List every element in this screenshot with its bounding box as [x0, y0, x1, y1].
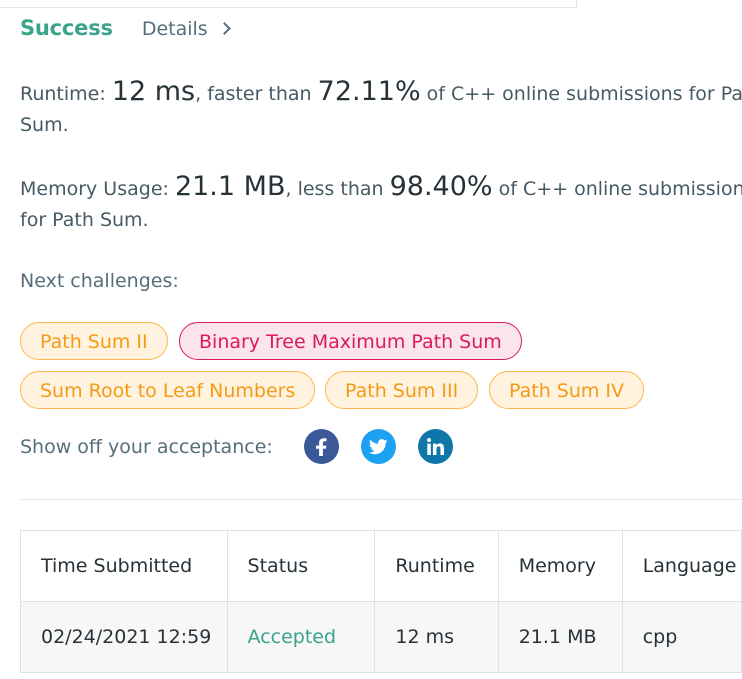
cell-runtime: 12 ms	[374, 601, 499, 673]
facebook-icon	[315, 437, 326, 456]
chevron-right-icon	[217, 22, 231, 35]
cell-language: cpp	[621, 601, 742, 673]
details-link[interactable]: Details	[141, 18, 231, 40]
column-header-runtime[interactable]: Runtime	[374, 530, 499, 602]
runtime-label: Runtime:	[20, 83, 112, 105]
table-row: 02/24/2021 12:59 Accepted 12 ms 21.1 MB …	[20, 601, 742, 673]
submissions-table: Time Submitted Status Runtime Memory Lan…	[20, 530, 742, 673]
linkedin-share-button[interactable]	[418, 429, 453, 464]
memory-value: 21.1 MB	[174, 171, 286, 202]
twitter-icon	[369, 438, 388, 454]
linkedin-icon	[427, 438, 444, 455]
cell-memory: 21.1 MB	[497, 601, 623, 673]
submission-result-page: Success Details Runtime: 12 ms, faster t…	[0, 0, 742, 679]
column-header-memory[interactable]: Memory	[497, 530, 623, 602]
memory-label: Memory Usage:	[20, 178, 175, 200]
share-label: Show off your acceptance:	[20, 436, 273, 458]
table-header-row: Time Submitted Status Runtime Memory Lan…	[20, 530, 742, 602]
runtime-mid: , faster than	[195, 83, 318, 105]
runtime-value: 12 ms	[111, 76, 196, 107]
runtime-summary: Runtime: 12 ms, faster than 72.11% of C+…	[20, 76, 742, 141]
challenge-path-sum-iii[interactable]: Path Sum III	[325, 371, 479, 409]
runtime-percent: 72.11%	[317, 76, 421, 107]
cell-status-accepted[interactable]: Accepted	[226, 601, 376, 673]
challenge-path-sum-ii[interactable]: Path Sum II	[20, 322, 168, 360]
column-header-language[interactable]: Language	[621, 530, 742, 602]
column-header-status[interactable]: Status	[226, 530, 376, 602]
next-challenges-label: Next challenges:	[20, 270, 179, 292]
memory-summary: Memory Usage: 21.1 MB, less than 98.40% …	[20, 171, 742, 236]
memory-percent: 98.40%	[389, 171, 493, 202]
challenge-path-sum-iv[interactable]: Path Sum IV	[489, 371, 645, 409]
details-link-label: Details	[141, 18, 208, 40]
status-header: Success Details	[20, 16, 231, 40]
cell-time-submitted: 02/24/2021 12:59	[20, 601, 228, 673]
memory-mid: , less than	[285, 178, 390, 200]
column-header-time-submitted[interactable]: Time Submitted	[20, 530, 228, 602]
challenge-sum-root-to-leaf-numbers[interactable]: Sum Root to Leaf Numbers	[20, 371, 316, 409]
section-divider	[20, 499, 742, 500]
twitter-share-button[interactable]	[361, 429, 396, 464]
facebook-share-button[interactable]	[304, 429, 339, 464]
success-status: Success	[20, 16, 113, 40]
challenge-binary-tree-maximum-path-sum[interactable]: Binary Tree Maximum Path Sum	[179, 322, 522, 360]
top-divider	[0, 0, 577, 8]
